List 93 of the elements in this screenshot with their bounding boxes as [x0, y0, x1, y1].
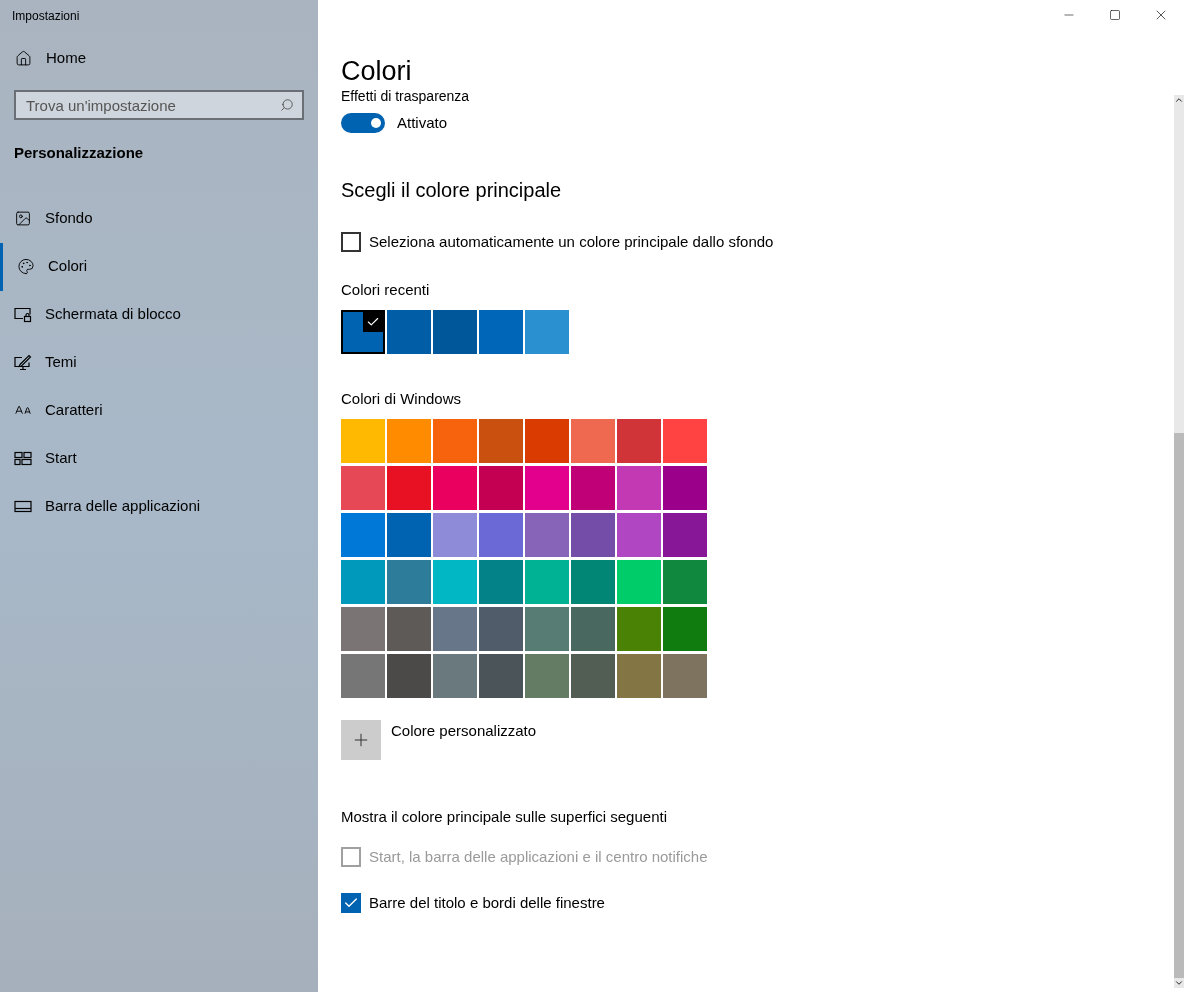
color-swatch[interactable] [387, 560, 431, 604]
search-icon [280, 98, 294, 112]
color-swatch[interactable] [571, 607, 615, 651]
scroll-up-icon [1174, 95, 1184, 105]
scrollbar-thumb[interactable] [1174, 433, 1184, 978]
nav-item[interactable]: Sfondo [0, 194, 318, 243]
color-swatch[interactable] [571, 513, 615, 557]
color-swatch[interactable] [341, 607, 385, 651]
section-label: Colori recenti [341, 280, 431, 300]
nav-item[interactable]: Start [0, 434, 318, 483]
color-swatch[interactable] [525, 607, 569, 651]
nav-item[interactable]: Temi [0, 338, 318, 387]
screen-lock-icon [14, 306, 32, 323]
color-swatch[interactable] [433, 654, 477, 698]
check-icon [363, 311, 383, 332]
color-swatch[interactable] [341, 654, 385, 698]
color-swatch[interactable] [433, 309, 477, 354]
color-swatch[interactable] [525, 654, 569, 698]
color-swatch[interactable] [341, 560, 385, 604]
color-swatch[interactable] [479, 309, 523, 354]
color-swatch[interactable] [617, 466, 661, 510]
color-swatch[interactable] [387, 419, 431, 463]
color-swatch[interactable] [663, 654, 707, 698]
color-swatch[interactable] [433, 560, 477, 604]
color-swatch[interactable] [387, 466, 431, 510]
color-swatch[interactable] [479, 607, 523, 651]
toggle-state: Attivato [397, 113, 448, 133]
scroll-down-icon [1174, 978, 1184, 988]
toggle-switch[interactable] [341, 113, 385, 134]
color-swatch[interactable] [387, 607, 431, 651]
color-swatch[interactable] [663, 419, 707, 463]
color-swatch[interactable] [663, 513, 707, 557]
color-swatch[interactable] [617, 419, 661, 463]
color-swatch[interactable] [433, 513, 477, 557]
color-swatch[interactable] [479, 466, 523, 510]
color-swatch[interactable] [433, 607, 477, 651]
maximize-icon [1109, 9, 1121, 21]
color-swatch[interactable] [617, 560, 661, 604]
window-title: Impostazioni [12, 8, 80, 25]
color-swatch[interactable] [479, 560, 523, 604]
color-swatch[interactable] [571, 419, 615, 463]
taskbar-icon [14, 498, 32, 515]
scrollbar[interactable] [1174, 95, 1184, 988]
nav-item[interactable]: Barra delle applicazioni [0, 482, 318, 531]
search-field[interactable]: Trova un'impostazione [14, 90, 304, 120]
color-swatch[interactable] [617, 607, 661, 651]
checkbox[interactable] [341, 893, 361, 914]
checkbox-label: Start, la barra delle applicazioni e il centro notifiche [369, 846, 708, 867]
color-swatch[interactable] [617, 513, 661, 557]
color-swatch[interactable] [433, 419, 477, 463]
color-swatch[interactable] [479, 654, 523, 698]
section-heading: Scegli il colore principale [341, 177, 563, 203]
nav-item[interactable]: Colori [0, 242, 318, 291]
section-label: Mostra il colore principale sulle superfici seguenti [341, 807, 668, 827]
page-title: Colori [341, 55, 413, 88]
custom-color-label: Colore personalizzato [391, 721, 537, 741]
color-swatch[interactable] [571, 560, 615, 604]
color-swatch[interactable] [387, 513, 431, 557]
color-swatch[interactable] [663, 607, 707, 651]
picture-icon [14, 210, 32, 227]
pen-screen-icon [14, 354, 32, 371]
color-swatch[interactable] [663, 560, 707, 604]
color-swatch[interactable] [617, 654, 661, 698]
color-swatch[interactable] [663, 466, 707, 510]
color-swatch[interactable] [479, 513, 523, 557]
color-swatch[interactable] [341, 513, 385, 557]
tiles-icon [14, 450, 32, 467]
section-label: Colori di Windows [341, 388, 463, 409]
checkbox[interactable] [341, 231, 361, 252]
color-swatch[interactable] [525, 513, 569, 557]
home-icon [15, 49, 32, 67]
color-swatch[interactable] [479, 419, 523, 463]
color-swatch[interactable] [571, 654, 615, 698]
color-swatch[interactable] [433, 466, 477, 510]
palette-icon [17, 258, 35, 275]
color-swatch[interactable] [571, 466, 615, 510]
add-color-button[interactable] [341, 720, 381, 760]
color-swatch[interactable] [525, 560, 569, 604]
checkbox-label: Barre del titolo e bordi delle finestre [369, 893, 605, 913]
color-swatch[interactable] [387, 309, 431, 354]
color-swatch[interactable] [341, 466, 385, 510]
color-swatch[interactable] [341, 309, 385, 354]
checkbox-label: Seleziona automaticamente un colore principale dallo sfondo [369, 231, 774, 252]
color-swatch[interactable] [525, 309, 569, 354]
nav-item[interactable]: Schermata di blocco [0, 290, 318, 339]
home-link[interactable]: Home [0, 38, 318, 78]
nav-item[interactable]: Caratteri [0, 386, 318, 435]
section-heading: Personalizzazione [14, 143, 145, 163]
color-swatch[interactable] [525, 466, 569, 510]
color-swatch[interactable] [525, 419, 569, 463]
color-swatch[interactable] [387, 654, 431, 698]
setting-label: Effetti di trasparenza [341, 88, 471, 104]
color-swatch[interactable] [341, 419, 385, 463]
